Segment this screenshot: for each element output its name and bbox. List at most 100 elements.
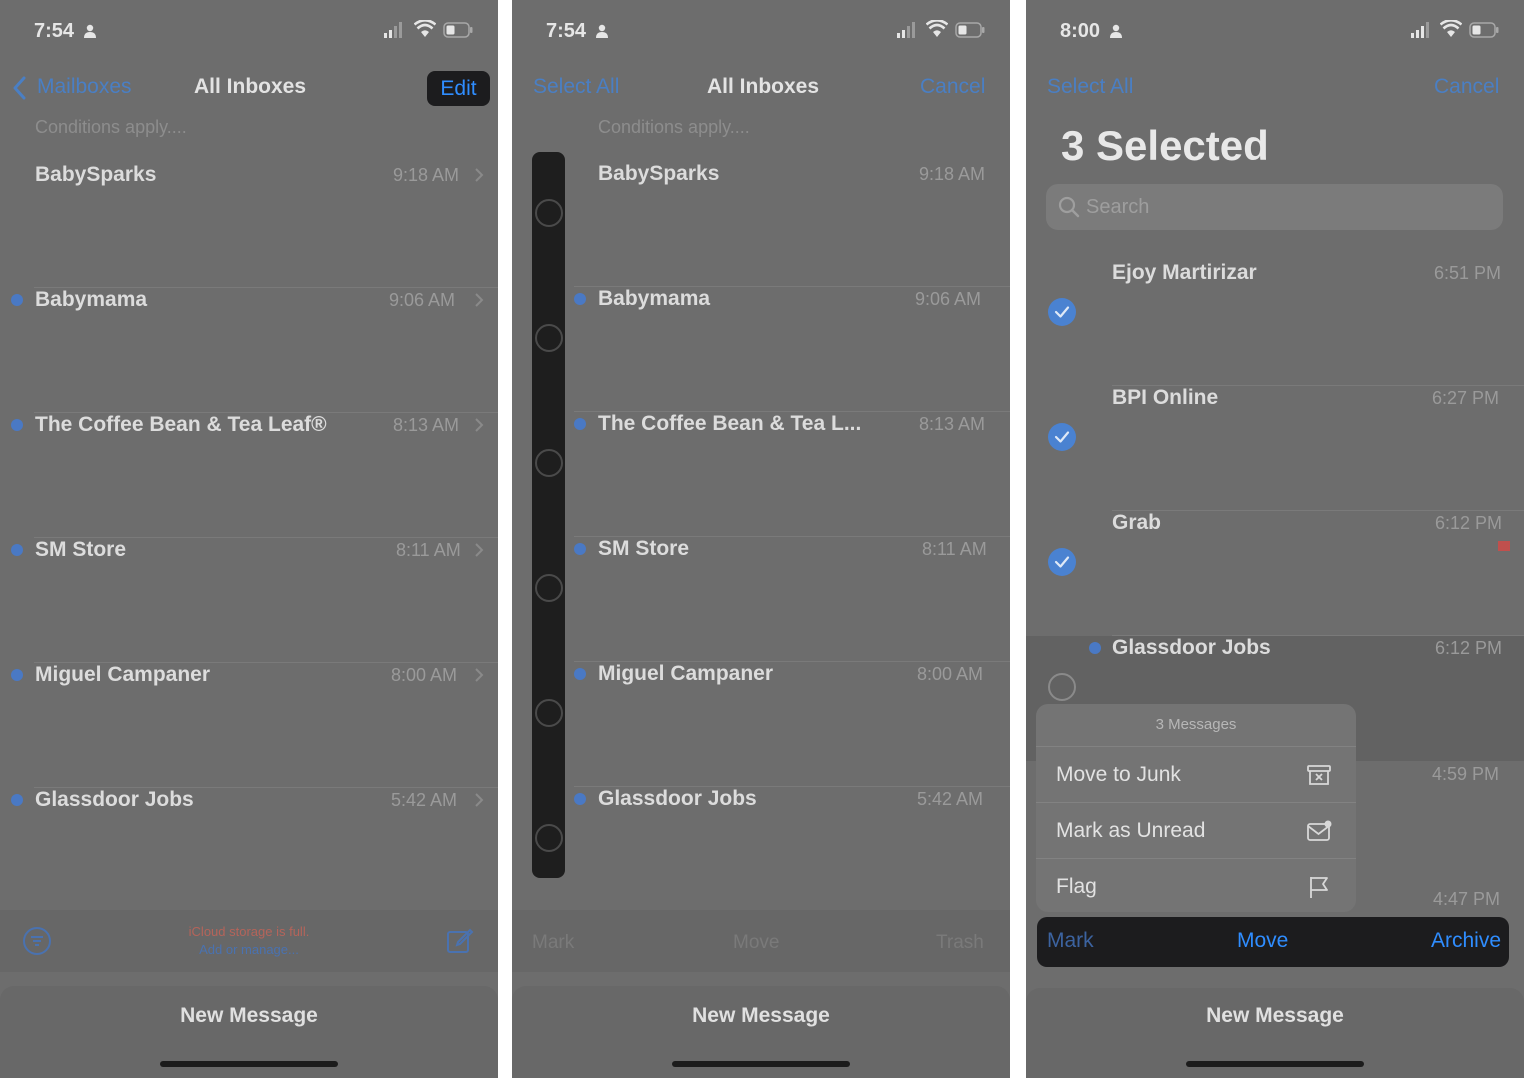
message-row[interactable]: BabySparks 9:18 AM [512, 162, 1010, 287]
storage-manage-link[interactable]: Add or manage... [0, 942, 498, 957]
new-message-label[interactable]: New Message [1026, 1004, 1524, 1028]
message-row[interactable]: Babymama 9:06 AM [0, 288, 498, 413]
mark-button[interactable]: Mark [532, 932, 574, 954]
unread-dot-icon [574, 668, 586, 680]
message-row[interactable]: Grab 6:12 PM [1026, 511, 1524, 636]
phone-screen-selected: 8:00 Select All Cancel 3 Selected Search… [1026, 0, 1524, 1078]
message-row[interactable]: SM Store 8:11 AM [512, 537, 1010, 662]
wifi-icon [926, 20, 948, 37]
message-row[interactable]: Glassdoor Jobs 5:42 AM [512, 787, 1010, 912]
move-button[interactable]: Move [733, 932, 779, 954]
cellular-signal-icon [384, 22, 402, 38]
back-chevron-icon[interactable] [12, 76, 28, 100]
compose-icon[interactable] [446, 926, 474, 954]
checkmark-icon [1054, 306, 1070, 318]
battery-icon [1469, 22, 1499, 38]
page-title: All Inboxes [194, 75, 307, 98]
junk-icon [1307, 765, 1331, 785]
search-bar[interactable]: Search [1046, 184, 1503, 230]
home-indicator [160, 1061, 338, 1067]
battery-icon [443, 22, 473, 38]
sender-name: The Coffee Bean & Tea L... [598, 412, 862, 435]
checkmark-icon [1054, 556, 1070, 568]
phone-screen-edit: 7:54 Select All All Inboxes Cancel Condi… [512, 0, 1010, 1078]
sender-name: Miguel Campaner [598, 662, 774, 685]
message-time: 4:47 PM [1433, 889, 1501, 909]
edit-button[interactable]: Edit [427, 71, 490, 106]
new-message-label[interactable]: New Message [512, 1004, 1010, 1028]
unread-dot-icon [1089, 642, 1101, 654]
new-message-label[interactable]: New Message [0, 1004, 498, 1028]
flag-menu-item[interactable]: Flag [1036, 858, 1356, 914]
message-time: 4:59 PM [1432, 764, 1500, 784]
selected-checkbox[interactable] [1048, 298, 1076, 326]
chevron-right-icon [475, 293, 484, 307]
message-row[interactable]: The Coffee Bean & Tea L... 8:13 AM [512, 412, 1010, 537]
sender-name: Babymama [598, 287, 711, 310]
battery-icon [955, 22, 985, 38]
selected-checkbox[interactable] [1048, 423, 1076, 451]
flag-indicator-icon [1498, 541, 1510, 551]
message-time: 6:12 PM [1435, 638, 1503, 658]
sender-name: Babymama [35, 288, 148, 311]
menu-item-label: Move to Junk [1056, 763, 1181, 786]
chevron-right-icon [475, 168, 484, 182]
selected-checkbox[interactable] [1048, 548, 1076, 576]
home-indicator [1186, 1061, 1364, 1067]
message-row[interactable]: BabySparks 9:18 AM [0, 163, 498, 288]
mark-menu-popover: 3 Messages Move to Junk Mark as Unread F… [1036, 704, 1356, 912]
unselected-checkbox[interactable] [1048, 673, 1076, 701]
message-row[interactable]: SM Store 8:11 AM [0, 538, 498, 663]
sender-name: Glassdoor Jobs [1112, 636, 1271, 659]
bottom-toolbar: iCloud storage is full. Add or manage... [0, 910, 498, 972]
mailboxes-back-button[interactable]: Mailboxes [37, 75, 132, 99]
mark-as-unread-menu-item[interactable]: Mark as Unread [1036, 802, 1356, 858]
search-placeholder: Search [1086, 196, 1150, 218]
message-row[interactable]: Miguel Campaner 8:00 AM [512, 662, 1010, 787]
message-row[interactable]: Ejoy Martirizar 6:51 PM [1026, 261, 1524, 386]
unread-dot-icon [574, 793, 586, 805]
unread-dot-icon [574, 293, 586, 305]
select-all-button[interactable]: Select All [533, 75, 619, 99]
unread-dot-icon [11, 294, 23, 306]
message-time: 8:11 AM [922, 539, 987, 559]
unread-dot-icon [574, 418, 586, 430]
move-to-junk-menu-item[interactable]: Move to Junk [1036, 746, 1356, 802]
sender-name: BabySparks [598, 162, 720, 185]
trash-button[interactable]: Trash [936, 932, 984, 954]
message-time: 5:42 AM [391, 790, 458, 810]
menu-item-label: Mark as Unread [1056, 819, 1206, 842]
chevron-right-icon [475, 543, 484, 557]
sender-name: Glassdoor Jobs [35, 788, 194, 811]
wifi-icon [414, 20, 436, 37]
unread-dot-icon [11, 669, 23, 681]
unread-envelope-icon [1307, 820, 1332, 841]
checkmark-icon [1054, 431, 1070, 443]
status-time: 7:54 [546, 20, 587, 42]
sender-name: Miguel Campaner [35, 663, 211, 686]
select-all-button[interactable]: Select All [1047, 75, 1133, 99]
unread-dot-icon [11, 544, 23, 556]
message-time: 5:42 AM [917, 789, 984, 809]
page-title: All Inboxes [707, 75, 820, 98]
sender-name: Glassdoor Jobs [598, 787, 757, 810]
search-icon [1058, 196, 1080, 218]
cancel-button[interactable]: Cancel [1434, 75, 1499, 99]
move-button[interactable]: Move [1237, 929, 1288, 953]
cancel-button[interactable]: Cancel [920, 75, 985, 99]
message-row[interactable]: Babymama 9:06 AM [512, 287, 1010, 412]
chevron-right-icon [475, 668, 484, 682]
message-row[interactable]: Miguel Campaner 8:00 AM [0, 663, 498, 788]
message-time: 9:06 AM [389, 290, 456, 310]
status-time: 7:54 [34, 20, 75, 42]
message-row[interactable]: BPI Online 6:27 PM [1026, 386, 1524, 511]
cellular-signal-icon [1411, 22, 1429, 38]
unread-dot-icon [11, 794, 23, 806]
message-time: 8:00 AM [391, 665, 458, 685]
message-time: 6:27 PM [1432, 388, 1500, 408]
flag-icon [1310, 877, 1328, 898]
message-row[interactable]: The Coffee Bean & Tea Leaf® 8:13 AM [0, 413, 498, 538]
archive-button[interactable]: Archive [1431, 929, 1501, 953]
mark-button[interactable]: Mark [1047, 929, 1094, 953]
message-row[interactable]: Glassdoor Jobs 5:42 AM [0, 788, 498, 913]
